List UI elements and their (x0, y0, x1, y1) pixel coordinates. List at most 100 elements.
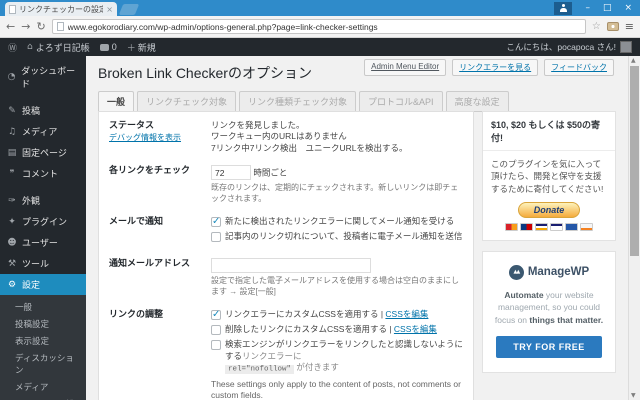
interval-unit-label: 時間ごと (253, 167, 288, 178)
tab-advanced[interactable]: 高度な設定 (445, 91, 509, 112)
try-for-free-button[interactable]: TRY FOR FREE (496, 335, 602, 358)
tab-look-for-links[interactable]: リンクチェック対象 (137, 91, 237, 112)
appearance-icon: ✑ (8, 195, 16, 206)
browser-menu-icon[interactable]: ≡ (625, 20, 634, 33)
submenu-item-media[interactable]: メディア (0, 378, 86, 395)
browser-tab[interactable]: リンクチェッカーの設定 - よろず × (5, 2, 117, 16)
wp-admin-bar: Ⓦ ⌂ よろず日記帳 0 ＋ 新規 こんにちは、pocapoca さん! (0, 38, 640, 56)
link-tweaks-label: リンクの調整 (109, 308, 164, 319)
person-icon (559, 4, 567, 12)
notify-email-input[interactable] (211, 257, 371, 273)
edit-css-link-2[interactable]: CSSを編集 (394, 324, 437, 334)
greeting-text[interactable]: こんにちは、pocapoca さん! (506, 41, 616, 53)
managewp-brand: ManageWP (527, 266, 590, 279)
checkbox-notify-new-errors[interactable]: ✓ (211, 216, 221, 227)
tab-which-links-to-check[interactable]: リンク種類チェック対象 (239, 91, 357, 112)
header-link-view-broken-links[interactable]: リンクエラーを見る (452, 59, 539, 76)
scrollbar-thumb[interactable] (630, 66, 639, 256)
donate-title: $10, $20 もしくは $50の寄付! (483, 112, 615, 151)
scroll-down-icon[interactable]: ▼ (631, 392, 636, 399)
debug-info-link[interactable]: デバッグ情報を表示 (109, 133, 181, 142)
comment-bubble-icon (99, 43, 109, 51)
email-notify-row: メールで通知 ✓ 新たに検出されたリンクエラーに関してメール通知を受ける ✓ 記… (109, 216, 463, 247)
scroll-up-icon[interactable]: ▲ (631, 57, 636, 64)
link-tweaks-row: リンクの調整 ✓ リンクエラーにカスタムCSSを適用する | CSSを編集 ✓ … (109, 308, 463, 400)
forward-icon[interactable]: → (21, 20, 30, 33)
checkbox-notify-authors[interactable]: ✓ (211, 232, 221, 243)
submenu-item-reading[interactable]: 表示設定 (0, 332, 86, 349)
tab-close-icon[interactable]: × (106, 5, 113, 14)
donate-box: $10, $20 もしくは $50の寄付! このプラグインを気に入って頂けたら、… (482, 111, 616, 241)
payment-icons (491, 222, 607, 231)
settings-tabs: 一般 リンクチェック対象 リンク種類チェック対象 プロトコル&API 高度な設定 (98, 91, 628, 112)
tab-protocols-apis[interactable]: プロトコル&API (359, 91, 443, 112)
profile-button[interactable] (554, 1, 573, 15)
notify-address-desc: 設定で指定した電子メールアドレスを使用する場合は空白のままにします → 設定[一… (211, 275, 459, 296)
sidebar-item-posts[interactable]: ✎ 投稿 (0, 100, 86, 121)
page-favicon-icon (9, 4, 16, 14)
sidebar-item-pages[interactable]: ▤ 固定ページ (0, 142, 86, 163)
back-icon[interactable]: ← (6, 20, 15, 33)
media-icon: ♫ (7, 126, 17, 137)
site-name-link[interactable]: ⌂ よろず日記帳 (27, 41, 90, 54)
tweaks-note: These settings only apply to the content… (211, 378, 461, 400)
close-button[interactable]: × (624, 0, 632, 16)
minimize-button[interactable]: – (585, 0, 590, 16)
pages-icon: ▤ (7, 147, 17, 158)
checkbox-nofollow[interactable]: ✓ (211, 340, 221, 351)
comments-icon: ❞ (9, 168, 15, 179)
nofollow-code: rel="nofollow" (225, 364, 295, 374)
check-interval-label: 各リンクをチェック (109, 165, 191, 176)
reload-icon[interactable]: ↻ (36, 20, 45, 33)
sidebar-item-settings[interactable]: ⚙ 設定 (0, 274, 86, 295)
sidebar-item-users[interactable]: ☻ ユーザー (0, 232, 86, 253)
browser-titlebar: リンクチェッカーの設定 - よろず × – □ × (0, 0, 640, 16)
sidebar-item-tools[interactable]: ⚒ ツール (0, 253, 86, 274)
notify-address-label: 通知メールアドレス (109, 257, 191, 268)
comments-link[interactable]: 0 (99, 42, 117, 52)
status-row: ステータス デバッグ情報を表示 リンクを発見しました。 ワークキュー内のURLは… (109, 120, 463, 154)
maximize-button[interactable]: □ (603, 0, 612, 16)
sidebar-item-media[interactable]: ♫ メディア (0, 121, 86, 142)
submenu-item-general[interactable]: 一般 (0, 298, 86, 315)
browser-window: リンクチェッカーの設定 - よろず × – □ × ← → ↻ www.egok… (0, 0, 640, 400)
donate-button[interactable]: Donate (518, 201, 580, 218)
donate-text: このプラグインを気に入って頂けたら、開発と保守を支援するために寄付してください! (491, 159, 604, 194)
tab-general[interactable]: 一般 (98, 91, 135, 112)
url-bar[interactable]: www.egokorodiary.com/wp-admin/options-ge… (51, 19, 586, 34)
managewp-text: Automate your website management, so you… (494, 289, 604, 325)
sidebar-item-appearance[interactable]: ✑ 外観 (0, 190, 86, 211)
visa-electron-icon (550, 222, 563, 231)
page-icon (56, 22, 64, 31)
amex-icon (565, 222, 578, 231)
home-icon: ⌂ (27, 42, 33, 52)
camera-extension-icon[interactable] (606, 22, 619, 31)
tools-icon: ⚒ (7, 258, 17, 269)
comment-count: 0 (111, 42, 117, 52)
header-link-feedback[interactable]: フィードバック (544, 59, 614, 76)
check-interval-input[interactable] (211, 165, 251, 181)
check-interval-row: 各リンクをチェック 時間ごと 既存のリンクは、定期的にチェックされます。新しいリ… (109, 165, 463, 205)
status-line-2: ワークキュー内のURLはありません (211, 131, 347, 142)
submenu-item-writing[interactable]: 投稿設定 (0, 315, 86, 332)
settings-icon: ⚙ (7, 279, 17, 290)
wordpress-logo-icon[interactable]: Ⓦ (8, 41, 17, 54)
bookmark-star-icon[interactable]: ☆ (592, 21, 601, 32)
submenu-item-permalinks[interactable]: パーマリンク設定 (0, 395, 86, 400)
settings-form: ステータス デバッグ情報を表示 リンクを発見しました。 ワークキュー内のURLは… (98, 111, 474, 400)
status-line-1: リンクを発見しました。 (211, 120, 305, 130)
edit-css-link-1[interactable]: CSSを編集 (385, 309, 428, 319)
sidebar-item-comments[interactable]: ❞ コメント (0, 163, 86, 184)
checkbox-removed-link-css[interactable]: ✓ (211, 325, 221, 335)
sidebar-item-plugins[interactable]: ✦ プラグイン (0, 211, 86, 232)
avatar[interactable] (620, 41, 632, 53)
sidebar-item-dashboard[interactable]: ◔ ダッシュボード (0, 60, 86, 94)
mastercard-icon (505, 222, 518, 231)
header-link-admin-menu-editor[interactable]: Admin Menu Editor (364, 59, 447, 76)
scrollbar[interactable]: ▲ ▼ (628, 56, 640, 400)
dashboard-icon: ◔ (7, 72, 16, 82)
submenu-item-discussion[interactable]: ディスカッション (0, 349, 86, 378)
new-tab-button[interactable] (118, 4, 140, 15)
checkbox-broken-link-css[interactable]: ✓ (211, 309, 221, 320)
new-content-button[interactable]: ＋ 新規 (127, 41, 156, 54)
